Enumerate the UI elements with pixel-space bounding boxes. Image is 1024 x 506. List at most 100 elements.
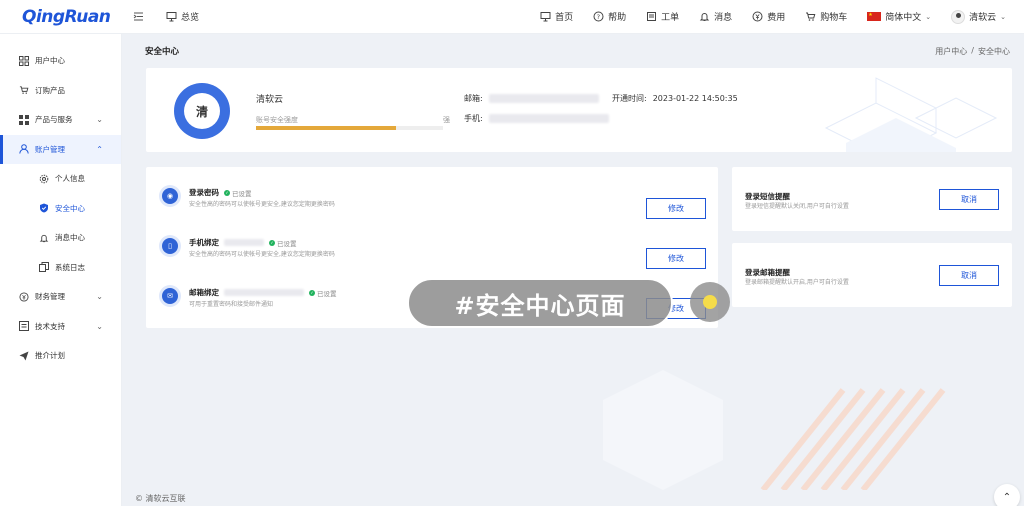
log-icon	[38, 262, 49, 273]
sidebar-item-label: 产品与服务	[35, 115, 73, 125]
sidebar-item-message-center[interactable]: 消息中心	[0, 223, 121, 253]
notice-desc: 登录邮箱提醒默认开启,用户可自行设置	[745, 279, 849, 286]
nav-ticket[interactable]: 工单	[646, 10, 679, 23]
nav-help[interactable]: ? 帮助	[593, 10, 626, 23]
sidebar-item-personal-info[interactable]: 个人信息	[0, 164, 121, 194]
overview-label: 总览	[181, 13, 200, 23]
user-menu[interactable]: 清软云 ⌄	[951, 9, 1006, 24]
email-masked	[224, 289, 304, 296]
language-label: 简体中文	[885, 13, 922, 23]
scroll-top-button[interactable]: ⌃	[994, 484, 1020, 506]
currency-icon	[18, 291, 29, 302]
grid-icon	[18, 55, 29, 66]
sidebar-item-security-center[interactable]: 安全中心	[0, 194, 121, 224]
nav-cart-label: 购物车	[820, 13, 848, 23]
cart-icon	[18, 85, 29, 96]
strength-end-label: 强	[443, 116, 450, 124]
chevron-down-icon: ⌄	[925, 12, 932, 21]
check-icon: ✓	[269, 239, 275, 246]
nav-fees[interactable]: 费用	[752, 10, 785, 23]
security-row-title: 手机绑定 ✓ 已设置	[189, 237, 297, 248]
email-binding-title: 邮箱绑定	[189, 288, 219, 297]
email-label: 邮箱:	[464, 94, 483, 103]
nav-help-label: 帮助	[608, 13, 627, 23]
logo[interactable]: QingRuan	[0, 7, 122, 27]
monitor-icon	[540, 12, 551, 22]
chevron-down-icon: ⌄	[96, 321, 103, 331]
fingerprint-icon: ◉	[159, 185, 181, 207]
nav-cart[interactable]: 购物车	[805, 10, 847, 23]
status-badge: ✓ 已设置	[309, 288, 337, 298]
sidebar-item-account-management[interactable]: 账户管理 ⌃	[0, 134, 121, 164]
background-decoration	[603, 370, 946, 490]
nav-home[interactable]: 首页	[540, 10, 573, 23]
sidebar: 用户中心 订购产品 产品与服务 ⌄ 账户管理 ⌃ 个人信息 安全中心 消息中心 …	[0, 34, 122, 506]
modify-password-button[interactable]: 修改	[646, 198, 706, 219]
username-label: 清软云	[969, 13, 997, 23]
bell-icon	[699, 13, 710, 21]
cancel-email-notice-button[interactable]: 取消	[939, 265, 999, 286]
overlay-caption: #安全中心页面	[407, 278, 673, 328]
phone-value-masked	[488, 114, 609, 123]
avatar[interactable]: 清	[174, 83, 230, 139]
currency-icon	[752, 11, 763, 22]
strength-label: 账号安全强度	[256, 116, 298, 124]
menu-collapse-icon[interactable]	[128, 7, 148, 27]
strength-fill	[256, 126, 397, 130]
avatar-char: 清	[184, 93, 220, 129]
sidebar-item-user-center[interactable]: 用户中心	[0, 46, 121, 76]
sidebar-item-products-services[interactable]: 产品与服务 ⌄	[0, 105, 121, 135]
nav-messages[interactable]: 消息	[699, 10, 732, 23]
top-bar: QingRuan 总览 首页 ? 帮助 工单 消息 费用 购物车 ★ 简体中文 …	[0, 0, 1024, 34]
status-text: 已设置	[277, 239, 297, 248]
nav-ticket-label: 工单	[661, 13, 680, 23]
phone-masked	[224, 239, 264, 246]
overview-link[interactable]: 总览	[166, 10, 199, 23]
chevron-up-icon: ⌃	[96, 144, 103, 154]
profile-name: 清软云	[256, 95, 284, 105]
sidebar-item-label: 技术支持	[35, 321, 65, 331]
opened-time: 2023-01-22 14:50:35	[652, 94, 738, 103]
password-title: 登录密码	[189, 188, 219, 197]
email-value-masked	[488, 94, 599, 103]
email-row: 邮箱:	[464, 93, 599, 104]
sidebar-item-label: 用户中心	[35, 56, 65, 66]
phone-label: 手机:	[464, 114, 483, 123]
sidebar-item-referral[interactable]: 推介计划	[0, 341, 121, 371]
sidebar-item-label: 系统日志	[55, 262, 85, 272]
security-row-title: 邮箱绑定 ✓ 已设置	[189, 287, 337, 298]
security-row-phone: ▯ 手机绑定 ✓ 已设置 安全性高的密码可以使帐号更安全,建议您定期更换密码 修改	[146, 227, 718, 269]
user-avatar	[951, 9, 966, 24]
sidebar-item-tech-support[interactable]: 技术支持 ⌄	[0, 312, 121, 342]
status-text: 已设置	[317, 289, 337, 298]
sidebar-item-finance[interactable]: 财务管理 ⌄	[0, 282, 121, 312]
breadcrumb-user-center[interactable]: 用户中心	[935, 46, 967, 57]
cancel-sms-notice-button[interactable]: 取消	[939, 189, 999, 210]
phone-icon: ▯	[159, 235, 181, 257]
sidebar-item-label: 订购产品	[35, 85, 65, 95]
chevron-down-icon: ⌄	[96, 292, 103, 302]
ticket-icon	[647, 12, 657, 21]
nav-messages-label: 消息	[714, 13, 733, 23]
footer-copyright: © 清软云互联	[135, 493, 186, 503]
security-row-desc: 安全性高的密码可以使帐号更安全,建议您定期更换密码	[189, 201, 335, 208]
sidebar-item-system-log[interactable]: 系统日志	[0, 253, 121, 283]
apps-icon	[18, 114, 29, 125]
sidebar-item-order-products[interactable]: 订购产品	[0, 76, 121, 106]
help-icon: ?	[593, 11, 604, 22]
profile-decoration	[824, 77, 998, 152]
chevron-down-icon: ⌄	[1000, 12, 1006, 21]
page-header: 安全中心 用户中心 / 安全中心	[123, 34, 1024, 68]
status-badge: ✓ 已设置	[269, 238, 297, 248]
bell-icon	[38, 232, 49, 243]
china-flag-icon	[867, 12, 882, 21]
opened-label: 开通时间:	[612, 94, 647, 103]
breadcrumb: 用户中心 / 安全中心	[935, 46, 1024, 57]
language-select[interactable]: 简体中文 ⌄	[867, 10, 931, 23]
profile-card: 清 清软云 账号安全强度 强 邮箱: 开通时间: 2023-01-22 14:5…	[146, 68, 1012, 152]
nav-fees-label: 费用	[767, 13, 786, 23]
status-text: 已设置	[232, 189, 252, 198]
shield-icon	[38, 203, 49, 214]
modify-phone-button[interactable]: 修改	[646, 248, 706, 269]
status-badge: ✓ 已设置	[224, 188, 252, 198]
